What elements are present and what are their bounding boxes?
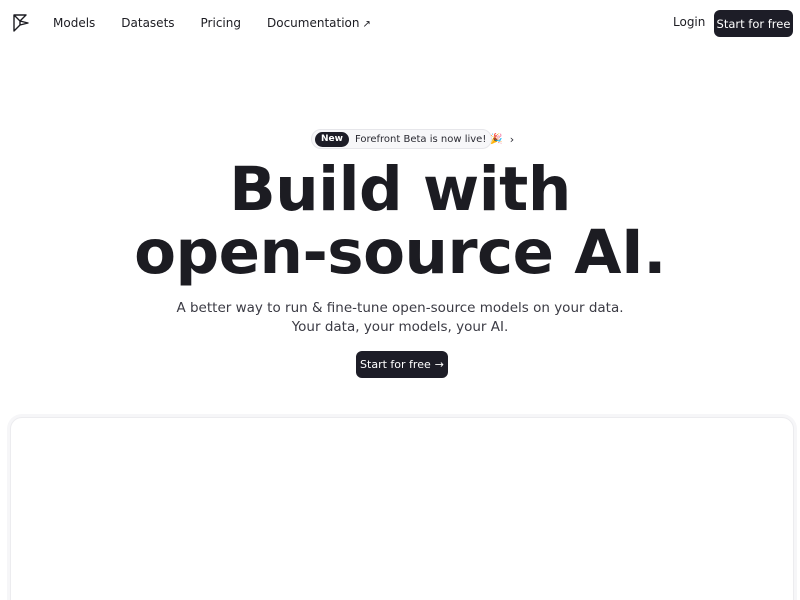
chevron-right-icon: ›	[509, 132, 515, 146]
hero-subtitle-line-1: A better way to run & fine-tune open-sou…	[176, 300, 624, 316]
new-badge: New	[315, 131, 349, 147]
forefront-logo-icon[interactable]	[12, 13, 30, 33]
hero-headline-line-2: open-source AI.	[134, 217, 666, 288]
nav-links: Models Datasets Pricing Documentation ↗	[53, 0, 397, 46]
nav-start-free-button[interactable]: Start for free	[714, 10, 793, 37]
announcement-pill[interactable]: New Forefront Beta is now live! 🎉 ›	[311, 129, 514, 149]
nav-link-pricing[interactable]: Pricing	[201, 16, 241, 30]
nav-link-documentation[interactable]: Documentation ↗	[267, 16, 371, 30]
hero-subtitle-line-2: Your data, your models, your AI.	[291, 319, 509, 335]
top-nav: Models Datasets Pricing Documentation ↗ L…	[0, 0, 800, 46]
nav-link-datasets[interactable]: Datasets	[121, 16, 174, 30]
page: Models Datasets Pricing Documentation ↗ L…	[0, 0, 800, 600]
arrow-right-icon: →	[434, 358, 444, 371]
nav-link-models[interactable]: Models	[53, 16, 95, 30]
hero-subtitle: A better way to run & fine-tune open-sou…	[0, 299, 800, 337]
product-preview-card	[10, 417, 794, 600]
external-arrow-icon: ↗	[362, 19, 371, 30]
hero-cta-label: Start for free	[360, 358, 431, 371]
login-link[interactable]: Login	[673, 15, 705, 29]
hero-headline: Build with open-source AI.	[0, 158, 800, 284]
nav-link-documentation-label: Documentation	[266, 16, 360, 30]
party-popper-icon: 🎉	[490, 133, 503, 145]
announcement-text: Forefront Beta is now live!	[354, 133, 487, 145]
hero-headline-line-1: Build with	[229, 154, 571, 225]
hero-start-free-button[interactable]: Start for free →	[356, 351, 448, 378]
